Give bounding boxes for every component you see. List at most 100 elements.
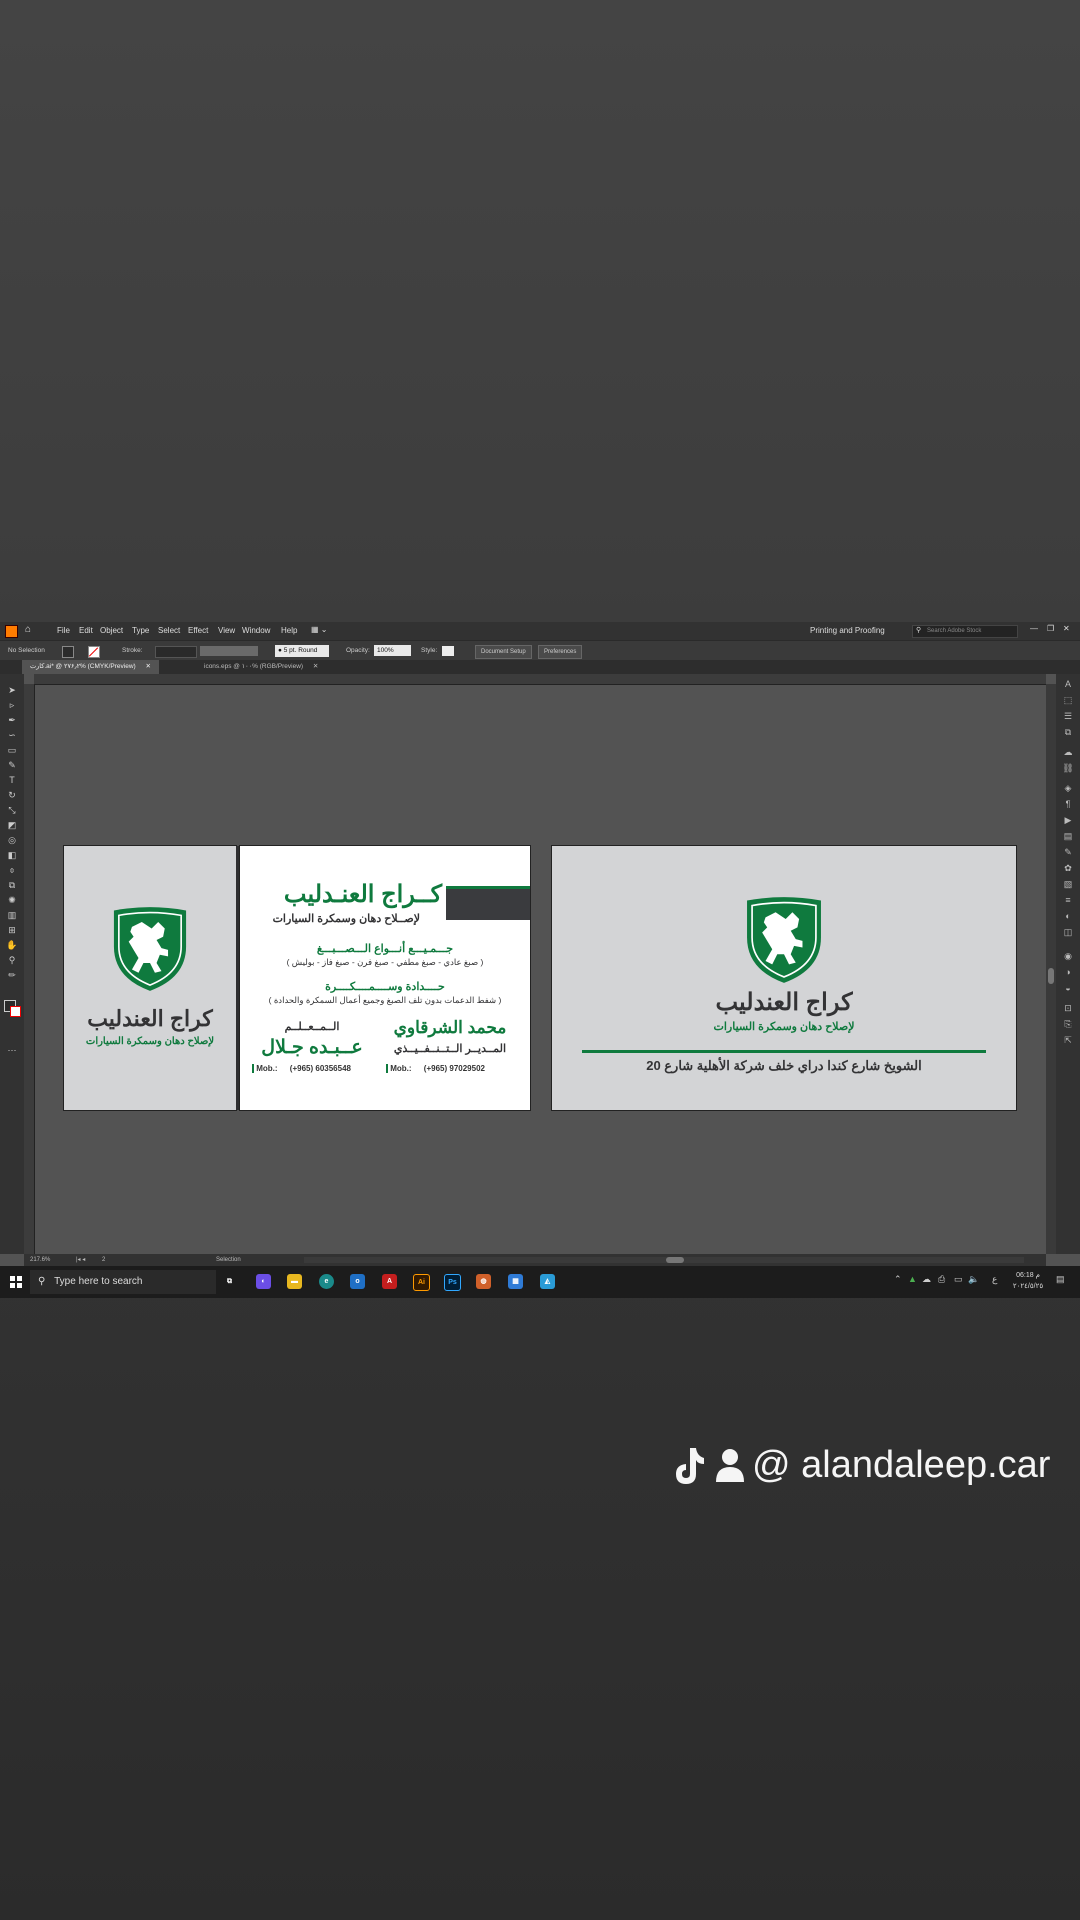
selection-tool-icon[interactable]: ➤ [6,684,18,696]
drive-sync-icon[interactable]: ▲ [908,1274,917,1284]
preferences-button[interactable]: Preferences [538,645,583,659]
hand-tool-icon[interactable]: ✋ [6,939,18,951]
brushes-panel-icon[interactable]: ✎ [1062,846,1074,858]
align-panel-icon[interactable]: ☰ [1062,710,1074,722]
menu-select[interactable]: Select [158,626,180,635]
restore-icon[interactable]: ❐ [1047,624,1054,633]
notifications-icon[interactable]: ▤ [1056,1274,1065,1285]
swatches-panel-icon[interactable]: ▤ [1062,830,1074,842]
transform-panel-icon[interactable]: ⬚ [1062,694,1074,706]
tab-icons-doc[interactable]: icons.eps @ ۱۰۰% (RGB/Preview) ✕ [196,660,326,674]
eyedropper-tool-icon[interactable]: ⌽ [6,864,18,876]
brush-definition[interactable]: ● 5 pt. Round [275,645,329,657]
scroll-thumb[interactable] [666,1257,684,1263]
layers-panel-icon[interactable]: ◈ [1062,782,1074,794]
rotate-tool-icon[interactable]: ↻ [6,789,18,801]
stroke-panel-icon[interactable]: ≡ [1062,894,1074,906]
scroll-thumb[interactable] [1048,968,1054,984]
clock[interactable]: 06:18 م ٢٠٢٤/٥/٢٥ [1010,1270,1046,1292]
artboard-number[interactable]: 2 [102,1257,105,1263]
menu-edit[interactable]: Edit [79,626,93,635]
tab-close-icon[interactable]: ✕ [145,663,150,670]
stroke-weight-field[interactable] [155,646,197,658]
tab-close-icon[interactable]: ✕ [313,663,318,670]
card-back-side[interactable]: كراج العندليب لإصلاح دهان وسمكرة السيارا… [552,846,1016,1110]
zoom-level[interactable]: 217.6% [30,1257,50,1263]
stroke-swatch[interactable] [88,646,100,658]
menu-object[interactable]: Object [100,626,123,635]
windows-start-icon[interactable] [10,1276,22,1288]
transparency-panel-icon[interactable]: ◫ [1062,926,1074,938]
variable-width-field[interactable] [200,646,258,656]
menu-help[interactable]: Help [281,626,297,635]
edge-browser-icon[interactable]: e [319,1274,334,1289]
zoom-tool-icon[interactable]: ⚲ [6,954,18,966]
pencil-tool-icon[interactable]: ✏ [6,969,18,981]
menu-type[interactable]: Type [132,626,149,635]
links-panel-icon[interactable]: ⛓ [1062,762,1074,774]
arrange-documents-icon[interactable]: ▦ ⌄ [311,625,327,634]
cloud-icon[interactable]: ☁ [922,1274,931,1285]
fill-swatch[interactable] [62,646,74,658]
task-view-icon[interactable]: ⧉ [222,1274,237,1289]
asset-export-panel-icon[interactable]: ⎘ [1062,1018,1074,1030]
network-icon[interactable]: ▭ [954,1274,963,1285]
photos-icon[interactable]: ◭ [540,1274,555,1289]
color-guide-panel-icon[interactable]: ◒ [1062,982,1074,994]
curvature-tool-icon[interactable]: ∽ [6,729,18,741]
chrome-icon[interactable]: ◍ [476,1274,491,1289]
pathfinder-panel-icon[interactable]: ⧉ [1062,726,1074,738]
symbol-sprayer-tool-icon[interactable]: ✺ [6,894,18,906]
vertical-ruler[interactable] [24,684,35,1254]
illustrator-icon[interactable]: Ai [413,1274,430,1291]
horizontal-ruler[interactable] [34,674,1046,685]
gradient-panel-icon[interactable]: ◐ [1062,910,1074,922]
pen-tool-icon[interactable]: ✒ [6,714,18,726]
type-tool-icon[interactable]: T [6,774,18,786]
stroke-none-swatch[interactable] [10,1006,21,1017]
scale-tool-icon[interactable]: ⤡ [6,804,18,816]
graphic-styles-panel-icon[interactable]: ▧ [1062,878,1074,890]
search-stock-input[interactable]: ⚲ Search Adobe Stock [912,625,1018,638]
properties-panel-icon[interactable]: A [1062,678,1074,690]
artboard-nav-icon[interactable]: |◂ ◂ [76,1256,85,1263]
menu-window[interactable]: Window [242,626,270,635]
direct-selection-tool-icon[interactable]: ▹ [6,699,18,711]
rectangle-tool-icon[interactable]: ▭ [6,744,18,756]
blend-tool-icon[interactable]: ⧉ [6,879,18,891]
printer-icon[interactable]: ⎙ [938,1274,945,1285]
document-setup-button[interactable]: Document Setup [475,645,532,659]
workspace-switcher[interactable]: Printing and Proofing [810,626,885,635]
eraser-tool-icon[interactable]: ◩ [6,819,18,831]
paragraph-panel-icon[interactable]: ¶ [1062,798,1074,810]
actions-panel-icon[interactable]: ▶ [1062,814,1074,826]
input-language[interactable]: ع [992,1274,997,1285]
vertical-scrollbar[interactable] [1046,684,1056,1254]
horizontal-scrollbar[interactable] [304,1257,1024,1263]
more-tools-icon[interactable]: ⋯ [6,1044,18,1056]
shape-builder-tool-icon[interactable]: ◎ [6,834,18,846]
photoshop-icon[interactable]: Ps [444,1274,461,1291]
home-icon[interactable]: ⌂ [25,624,31,635]
close-icon[interactable]: ✕ [1063,624,1070,633]
acrobat-icon[interactable]: A [382,1274,397,1289]
taskbar-search-input[interactable]: ⚲ Type here to search [30,1270,216,1294]
graphic-style-swatch[interactable] [442,646,454,656]
paintbrush-tool-icon[interactable]: ✎ [6,759,18,771]
volume-icon[interactable]: 🔈 [968,1274,979,1285]
menu-file[interactable]: File [57,626,70,635]
symbols-panel-icon[interactable]: ✿ [1062,862,1074,874]
artboards-panel-icon[interactable]: ⊡ [1062,1002,1074,1014]
card-logo-side[interactable]: كراج العندليب لإصلاح دهان وسمكرة السيارا… [64,846,236,1110]
appearance-panel-icon[interactable]: ◉ [1062,950,1074,962]
export-panel-icon[interactable]: ⇱ [1062,1034,1074,1046]
graph-tool-icon[interactable]: ▥ [6,909,18,921]
outlook-icon[interactable]: o [350,1274,365,1289]
opacity-field[interactable]: 100% [374,645,411,656]
copilot-icon[interactable]: ◐ [256,1274,271,1289]
tab-cards-doc[interactable]: کارت.ai* @ ۲۷۶٫۲% (CMYK/Preview) ✕ [22,660,159,674]
menu-effect[interactable]: Effect [188,626,208,635]
menu-view[interactable]: View [218,626,235,635]
file-explorer-icon[interactable]: ▬ [287,1274,302,1289]
artboard-tool-icon[interactable]: ⊞ [6,924,18,936]
